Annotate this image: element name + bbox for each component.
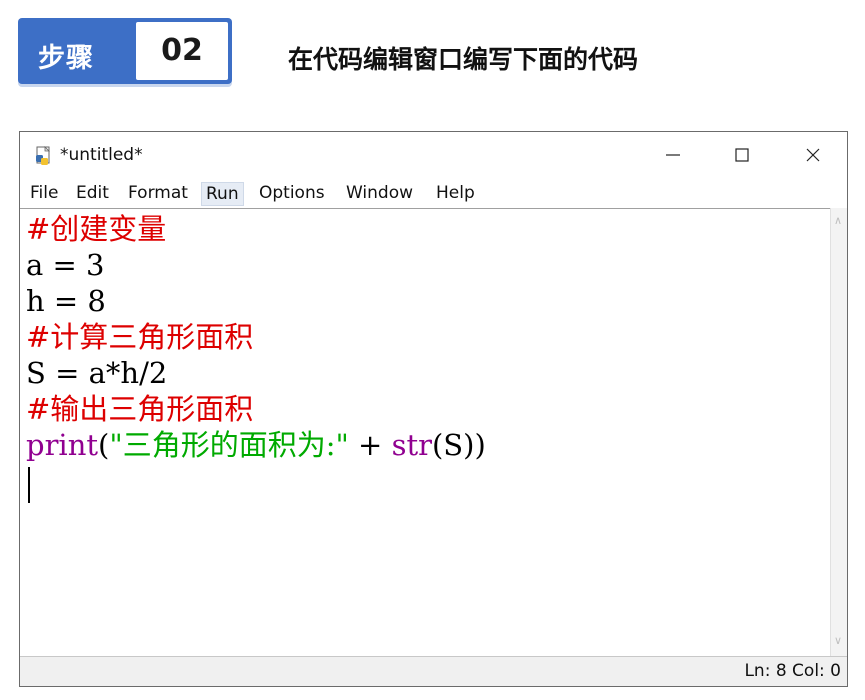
menu-options[interactable]: Options: [255, 182, 329, 206]
code-line-7: print("三角形的面积为:" + str(S)): [26, 427, 486, 463]
text-cursor: [28, 467, 30, 503]
code-tail: (S)): [431, 428, 486, 462]
close-icon: [806, 148, 820, 162]
menu-file[interactable]: File: [26, 182, 62, 206]
code-plus: +: [348, 428, 392, 462]
minimize-icon: [666, 154, 680, 156]
menu-format[interactable]: Format: [124, 182, 192, 206]
code-line-3: h = 8: [26, 284, 106, 318]
menu-help[interactable]: Help: [432, 182, 479, 206]
step-badge: 步骤 02: [18, 18, 232, 84]
code-line-2: a = 3: [26, 248, 105, 282]
title-bar[interactable]: *untitled*: [20, 132, 847, 178]
close-button[interactable]: [788, 138, 838, 172]
maximize-icon: [735, 148, 749, 162]
scroll-up-icon[interactable]: ∧: [834, 214, 842, 227]
code-paren-open: (: [98, 428, 110, 462]
step-header: 步骤 02 在代码编辑窗口编写下面的代码: [18, 18, 838, 90]
step-description: 在代码编辑窗口编写下面的代码: [288, 45, 639, 74]
step-number: 02: [161, 33, 203, 68]
vertical-scrollbar[interactable]: ∧ ∨: [830, 208, 847, 656]
code-line-4: #计算三角形面积: [26, 320, 254, 354]
code-print-func: print: [26, 428, 99, 462]
step-number-box: 02: [136, 22, 228, 80]
maximize-button[interactable]: [717, 138, 767, 172]
code-editor[interactable]: #创建变量 a = 3 h = 8 #计算三角形面积 S = a*h/2 #输出…: [20, 208, 830, 657]
code-str-func: str: [391, 428, 432, 462]
step-label: 步骤: [38, 43, 94, 74]
menu-edit[interactable]: Edit: [72, 182, 113, 206]
idle-editor-window: *untitled* File Edit Format Run Options …: [19, 131, 848, 687]
code-string: "三角形的面积为:": [109, 428, 349, 462]
code-line-1: #创建变量: [26, 212, 167, 246]
python-file-icon: [36, 146, 50, 165]
window-title: *untitled*: [60, 145, 143, 165]
menu-run[interactable]: Run: [201, 182, 244, 206]
scroll-down-icon[interactable]: ∨: [834, 634, 842, 647]
status-bar: Ln: 8 Col: 0: [20, 656, 847, 686]
code-line-5: S = a*h/2: [26, 356, 168, 390]
minimize-button[interactable]: [648, 138, 698, 172]
menu-window[interactable]: Window: [342, 182, 417, 206]
cursor-position: Ln: 8 Col: 0: [744, 661, 841, 681]
menu-bar: File Edit Format Run Options Window Help: [20, 178, 847, 208]
code-line-6: #输出三角形面积: [26, 392, 254, 426]
